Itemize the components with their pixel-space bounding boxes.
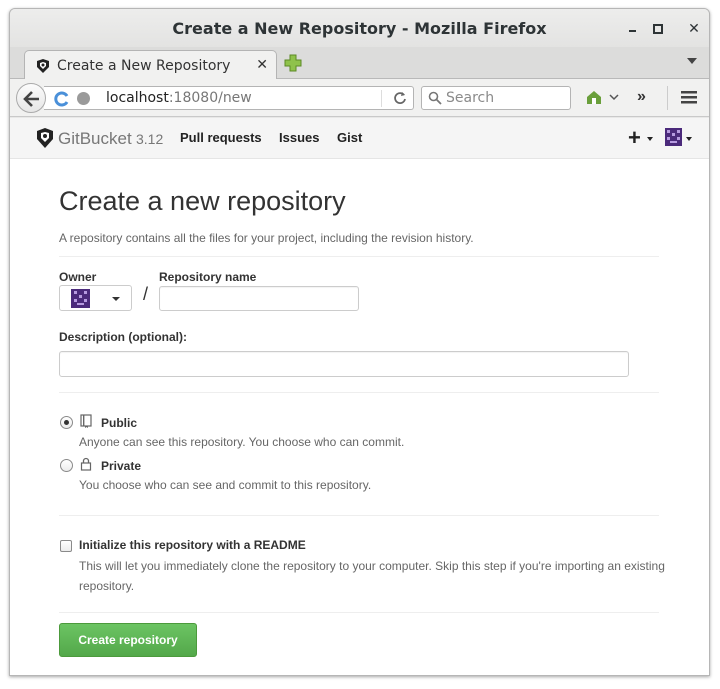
firefox-window: Create a New Repository - Mozilla Firefo… [9,8,710,676]
search-placeholder: Search [446,90,495,106]
tab-strip: Create a New Repository ✕ [10,47,709,80]
user-dropdown-caret-icon [686,137,692,141]
close-tab-icon[interactable]: ✕ [256,56,268,73]
url-host: localhost [106,90,169,106]
divider [59,515,659,516]
private-option-title[interactable]: Private [101,459,141,473]
create-dropdown-caret-icon [647,137,653,141]
search-bar[interactable]: Search [421,86,571,110]
repo-icon [80,414,92,428]
private-radio[interactable] [60,459,73,472]
owner-repo-separator: / [143,284,149,304]
brand-name[interactable]: GitBucket [58,129,132,149]
window-titlebar: Create a New Repository - Mozilla Firefo… [10,9,709,47]
lock-icon [80,457,92,471]
description-input[interactable] [59,351,629,377]
new-tab-icon[interactable] [284,54,302,72]
close-window-button[interactable]: ✕ [683,17,705,39]
tab-create-repository[interactable]: Create a New Repository ✕ [24,50,277,80]
owner-label: Owner [59,270,97,284]
overflow-menu-icon[interactable]: » [637,88,653,106]
tab-list-dropdown-icon[interactable] [687,58,697,64]
private-option-description: You choose who can see and commit to thi… [79,478,372,492]
repository-name-input[interactable] [159,286,359,311]
divider [59,392,659,393]
gitbucket-favicon-icon [37,59,49,73]
url-separator [381,90,382,107]
hamburger-menu-icon[interactable] [680,88,698,106]
repository-name-label: Repository name [159,270,257,284]
toolbar-separator [667,86,668,110]
nav-pull-requests[interactable]: Pull requests [180,130,262,145]
create-repository-button[interactable]: Create repository [59,623,197,657]
url-path: :18080/new [168,90,252,106]
page-description: A repository contains all the files for … [59,231,474,245]
description-label: Description (optional): [59,330,187,344]
globe-icon [77,92,90,105]
nav-gist[interactable]: Gist [337,130,362,145]
public-option-description: Anyone can see this repository. You choo… [79,435,405,449]
home-icon[interactable] [585,88,603,106]
minimize-button[interactable] [622,17,644,39]
readme-label[interactable]: Initialize this repository with a README [79,538,306,552]
navigation-toolbar: localhost:18080/new Search » [10,79,709,117]
page-title: Create a new repository [59,186,346,216]
window-title: Create a New Repository - Mozilla Firefo… [172,19,547,38]
search-icon [428,91,442,105]
url-text[interactable]: localhost:18080/new [106,90,252,106]
maximize-button[interactable] [646,17,668,39]
tab-label: Create a New Repository [57,58,231,74]
divider [59,612,659,613]
gitbucket-logo-icon[interactable] [35,127,55,149]
chevron-down-icon[interactable] [609,88,619,106]
reload-icon[interactable] [392,90,408,106]
url-bar[interactable]: localhost:18080/new [44,86,414,110]
page-viewport: GitBucket 3.12 Pull requests Issues Gist… [10,118,709,675]
back-arrow-icon [23,91,39,107]
back-button[interactable] [16,83,46,113]
nav-issues[interactable]: Issues [279,130,319,145]
gitbucket-header: GitBucket 3.12 Pull requests Issues Gist… [10,118,709,159]
owner-avatar [71,289,90,308]
readme-checkbox[interactable] [60,540,72,552]
create-new-icon[interactable]: + [628,125,641,151]
version-label: 3.12 [136,131,164,147]
chevron-down-icon [112,297,120,301]
public-radio[interactable] [60,416,73,429]
user-avatar[interactable] [665,128,682,146]
owner-dropdown[interactable] [59,285,132,311]
readme-description: This will let you immediately clone the … [79,559,665,593]
public-option-title[interactable]: Public [101,416,137,430]
divider [59,256,659,257]
site-identity-icon[interactable] [54,91,70,107]
